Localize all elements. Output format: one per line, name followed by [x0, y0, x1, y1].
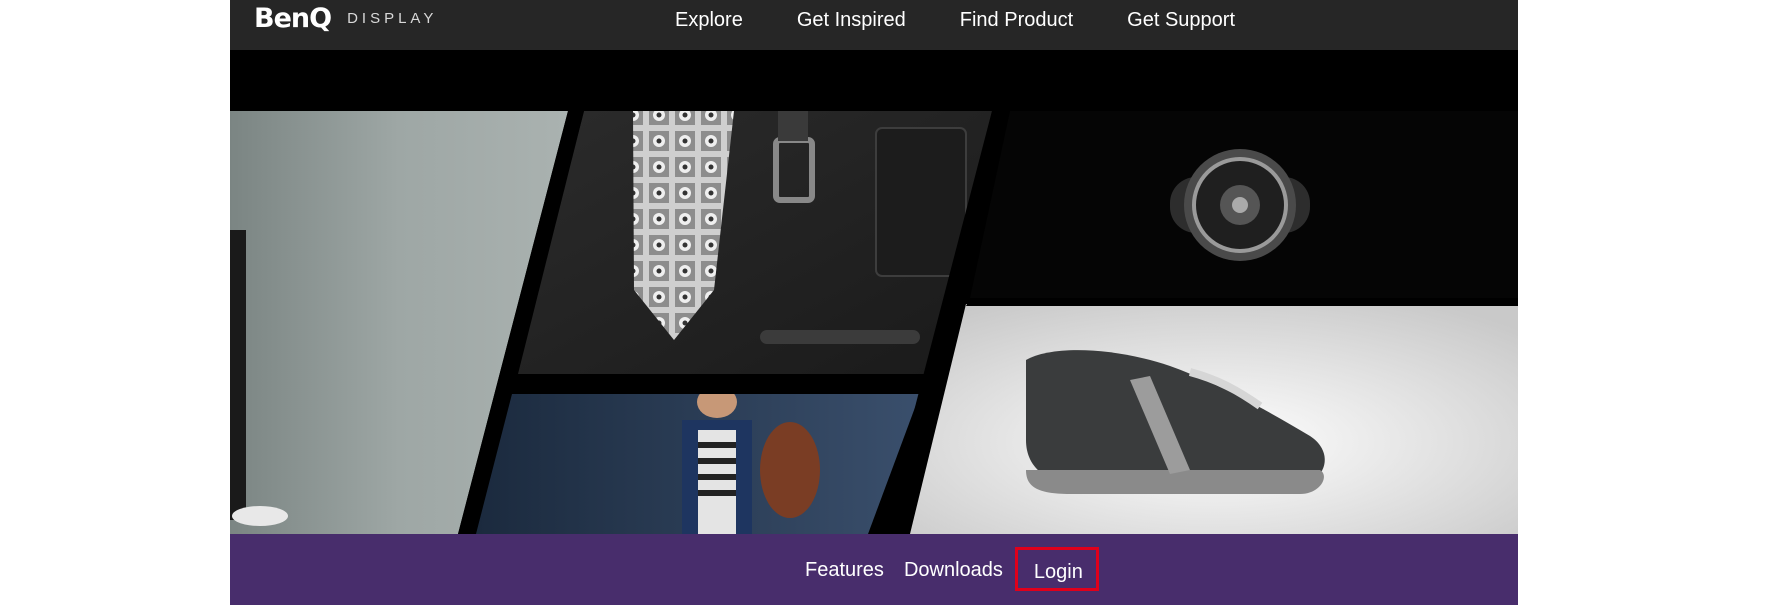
nav-link-explore[interactable]: Explore [675, 9, 743, 32]
main-nav-links: Explore Get Inspired Find Product Get Su… [675, 0, 1235, 40]
sub-navigation: Features Downloads Login [230, 534, 1518, 605]
subnav-link-features[interactable]: Features [795, 549, 894, 591]
nav-link-find-product[interactable]: Find Product [960, 9, 1073, 32]
subnav-links: Features Downloads Login [795, 547, 1099, 591]
brand-logo[interactable]: BenQ DISPLAY [254, 0, 437, 36]
nav-link-get-inspired[interactable]: Get Inspired [797, 9, 906, 32]
subnav-link-login[interactable]: Login [1014, 547, 1099, 591]
hero-collage [230, 50, 1518, 534]
benq-logo-text: BenQ [254, 2, 332, 34]
hero-collage-image [230, 111, 1518, 534]
top-navigation: BenQ DISPLAY Explore Get Inspired Find P… [230, 0, 1518, 50]
page-frame: BenQ DISPLAY Explore Get Inspired Find P… [230, 0, 1518, 605]
display-subtitle: DISPLAY [347, 9, 438, 27]
nav-link-get-support[interactable]: Get Support [1127, 9, 1235, 32]
subnav-link-downloads[interactable]: Downloads [894, 549, 1013, 591]
